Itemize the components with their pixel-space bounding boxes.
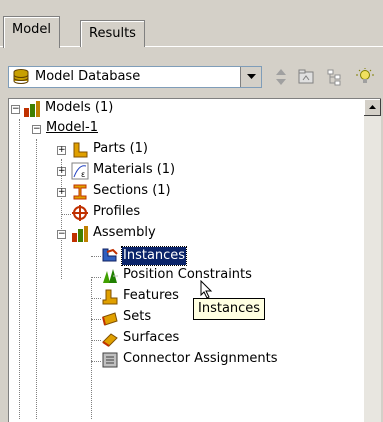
tree-item-position-constraints[interactable]: Position Constraints — [123, 267, 252, 282]
tree-guide-line — [61, 159, 62, 279]
expand-toggle[interactable]: + — [57, 146, 66, 155]
tree-guide-line — [91, 256, 101, 257]
tree-guide-line — [91, 277, 101, 278]
expand-toggle[interactable]: + — [57, 188, 66, 197]
database-select-value: Model Database — [35, 69, 141, 84]
tree-guide-line — [91, 298, 101, 299]
expand-toggle[interactable]: + — [57, 167, 66, 176]
tree-item-parts[interactable]: Parts (1) — [93, 141, 148, 156]
profiles-icon — [72, 205, 88, 221]
tree-guide-line — [36, 139, 37, 419]
dropdown-button[interactable] — [240, 67, 261, 87]
tree-guide-line — [91, 279, 92, 419]
tab-results-label: Results — [89, 26, 136, 41]
scroll-up-button[interactable] — [364, 99, 381, 116]
updown-arrows-icon[interactable] — [272, 68, 290, 86]
lightbulb-icon[interactable] — [356, 68, 374, 86]
tree-item-instances[interactable]: Instances — [120, 246, 188, 266]
materials-icon: ε — [71, 162, 89, 180]
tab-model-label: Model — [12, 22, 52, 37]
svg-text:ε: ε — [81, 170, 85, 179]
tab-results[interactable]: Results — [80, 20, 145, 47]
chevron-down-icon — [246, 74, 256, 79]
arrow-up-icon — [369, 105, 376, 109]
tree-item-models[interactable]: Models (1) — [45, 100, 113, 115]
parts-icon — [73, 142, 88, 158]
tab-model[interactable]: Model — [3, 16, 61, 48]
tree-item-features[interactable]: Features — [123, 288, 179, 303]
features-icon — [102, 289, 118, 305]
position-constraints-icon — [103, 269, 118, 283]
tree-guide-line — [61, 214, 71, 215]
tree-guide-line — [91, 319, 101, 320]
tree-guide-line — [91, 340, 101, 341]
tree-item-materials[interactable]: Materials (1) — [93, 162, 175, 177]
sets-icon — [102, 312, 118, 326]
toolbar: Model Database — [0, 60, 383, 94]
models-icon — [24, 101, 40, 117]
collapse-toggle[interactable]: − — [57, 230, 66, 239]
collapse-toggle[interactable]: − — [11, 105, 20, 114]
tree-item-sets[interactable]: Sets — [123, 309, 151, 324]
surfaces-icon — [102, 333, 118, 347]
collapse-toggle[interactable]: − — [32, 125, 41, 134]
database-select[interactable]: Model Database — [8, 66, 262, 88]
mouse-cursor-icon — [200, 280, 213, 299]
tree-guide-line — [19, 119, 20, 419]
connector-assignments-icon — [102, 352, 118, 368]
folder-icon[interactable] — [297, 68, 315, 86]
tooltip: Instances — [193, 298, 266, 320]
tree-item-model-1[interactable]: Model-1 — [46, 120, 98, 135]
tree-item-profiles[interactable]: Profiles — [93, 204, 140, 219]
sections-icon — [73, 184, 87, 200]
vertical-scrollbar[interactable] — [364, 99, 381, 422]
tree-item-connector-assignments[interactable]: Connector Assignments — [123, 351, 278, 366]
tree-item-assembly[interactable]: Assembly — [93, 225, 156, 240]
database-icon — [13, 69, 29, 84]
tree-expand-icon[interactable] — [326, 68, 344, 86]
tree-item-sections[interactable]: Sections (1) — [93, 183, 171, 198]
model-tree[interactable]: − Models (1) − Model-1 + Parts (1) + ε M… — [8, 98, 381, 422]
assembly-icon — [72, 226, 88, 242]
tree-guide-line — [91, 361, 101, 362]
instances-icon — [102, 248, 118, 262]
tab-bar: Model Results — [0, 0, 383, 60]
tree-item-surfaces[interactable]: Surfaces — [123, 330, 179, 345]
